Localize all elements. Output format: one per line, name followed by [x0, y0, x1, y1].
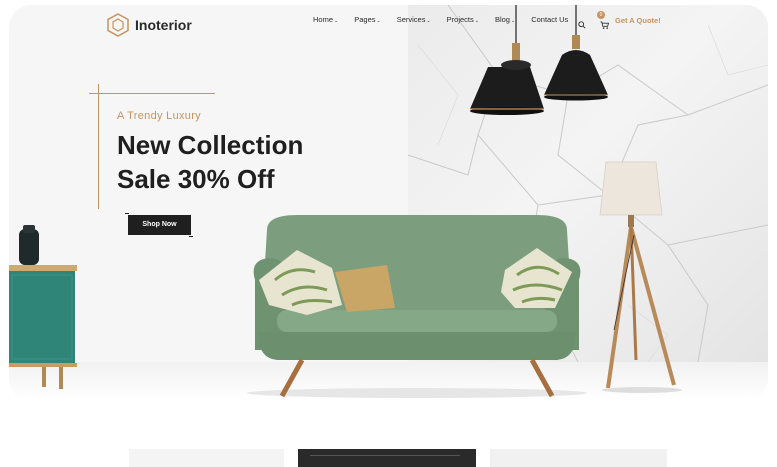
hero-title-line1: New Collection: [117, 130, 304, 160]
chevron-down-icon: ⌄: [510, 18, 516, 24]
nav-item-home[interactable]: Home⌄: [313, 15, 338, 24]
main-nav: Home⌄ Pages⌄ Services⌄ Projects⌄ Blog⌄ C…: [313, 15, 584, 24]
nav-label-blog: Blog: [494, 15, 510, 24]
decor-line-vertical: [98, 84, 99, 209]
green-sofa: [247, 215, 587, 398]
button-corner-mark: [125, 213, 129, 214]
chevron-down-icon: ⌄: [474, 18, 479, 24]
floor-lamp: [599, 161, 682, 393]
nav-label-contact: Contact Us: [531, 15, 569, 24]
feature-card-3: [490, 449, 667, 467]
nav-label-pages: Pages: [354, 15, 376, 24]
cart-icon[interactable]: [600, 21, 609, 29]
logo-icon: [107, 13, 129, 37]
hero-section: [9, 5, 768, 400]
get-quote-link[interactable]: Get A Quote!: [615, 16, 661, 25]
chevron-down-icon: ⌄: [426, 18, 431, 24]
shop-now-button[interactable]: Shop Now: [128, 215, 191, 235]
nav-item-blog[interactable]: Blog⌄: [495, 15, 515, 24]
feature-card-1: [129, 449, 284, 467]
brand-name: Inoterior: [135, 17, 192, 33]
cart-count-badge: 0: [597, 11, 605, 19]
chevron-down-icon: ⌄: [376, 18, 381, 24]
decor-line-horizontal: [89, 93, 215, 94]
logo[interactable]: Inoterior: [107, 13, 192, 37]
nav-item-services[interactable]: Services⌄: [397, 15, 431, 24]
side-cabinet: [9, 225, 77, 389]
chevron-down-icon: ⌄: [334, 18, 339, 24]
card-divider: [310, 455, 460, 456]
nav-item-projects[interactable]: Projects⌄: [447, 15, 479, 24]
button-corner-mark: [189, 236, 193, 237]
nav-item-contact[interactable]: Contact Us: [531, 15, 568, 24]
site-header: Inoterior: [9, 5, 768, 47]
nav-label-projects: Projects: [446, 15, 474, 24]
feature-card-2: [298, 449, 476, 467]
hero-title-line2: Sale 30% Off: [117, 164, 275, 194]
nav-item-pages[interactable]: Pages⌄: [354, 15, 380, 24]
hero-subtitle: A Trendy Luxury: [117, 110, 201, 122]
search-icon[interactable]: [578, 21, 586, 29]
nav-label-services: Services: [396, 15, 426, 24]
nav-label-home: Home: [313, 15, 334, 24]
